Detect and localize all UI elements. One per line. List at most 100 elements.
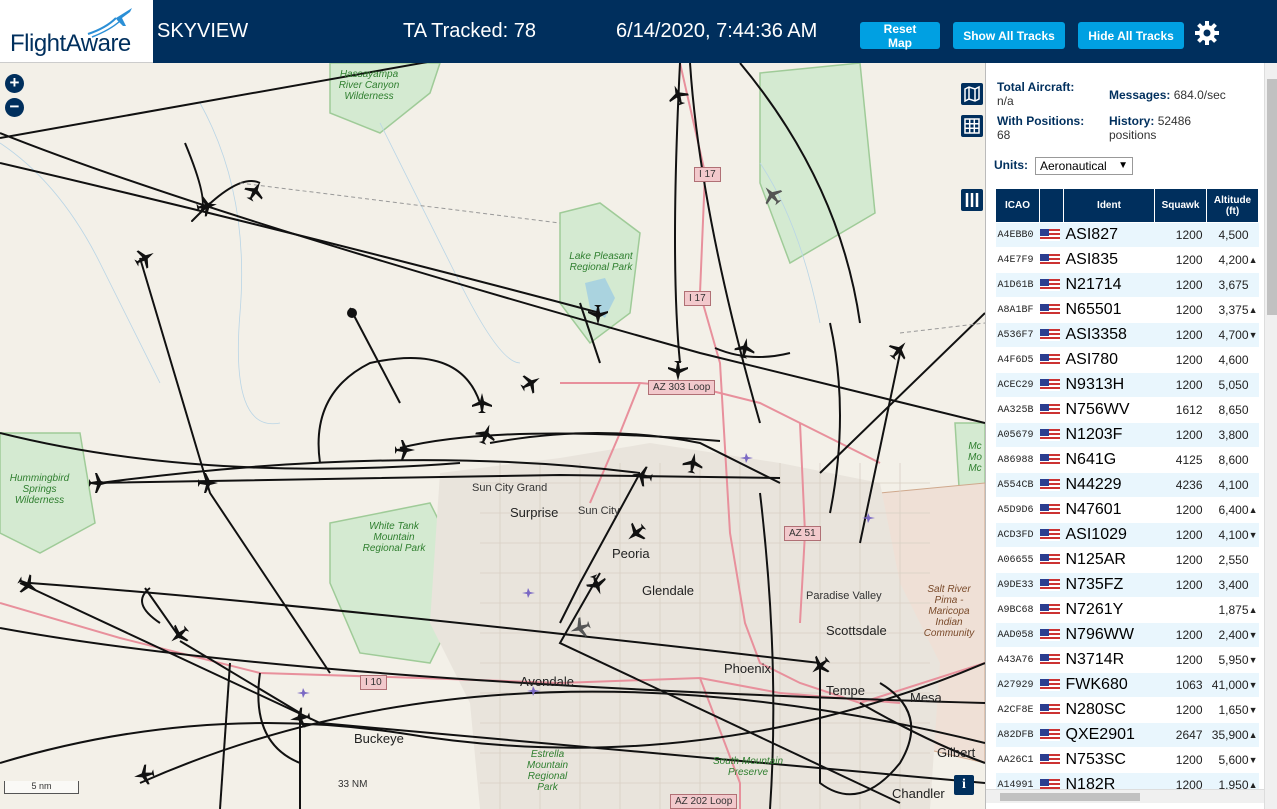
table-row[interactable]: A4E7F9 ASI835 1200 4,200 ▲: [995, 247, 1259, 273]
ident-cell: N125AR: [1063, 547, 1155, 573]
reset-map-button[interactable]: Reset Map: [860, 22, 940, 50]
aircraft-marker[interactable]: [198, 473, 218, 493]
squawk-cell: 1200: [1154, 697, 1207, 723]
flag-cell: [1039, 522, 1064, 548]
table-row[interactable]: A2CF8E N280SC 1200 1,650 ▼: [995, 697, 1259, 723]
us-flag-icon: [1039, 504, 1060, 516]
flag-cell: [1039, 497, 1064, 523]
altitude-cell: 4,600: [1206, 347, 1259, 373]
map-view[interactable]: Hassayampa River Canyon Wilderness Lake …: [0, 63, 985, 809]
horizontal-scrollbar[interactable]: [986, 789, 1264, 803]
zoom-in-button[interactable]: +: [5, 74, 24, 93]
altitude-cell: 2,400 ▼: [1206, 622, 1259, 648]
ident-cell: N44229: [1063, 472, 1155, 498]
squawk-cell: [1154, 597, 1207, 623]
with-positions: With Positions: 68: [997, 114, 1085, 142]
scroll-thumb[interactable]: [1267, 79, 1277, 315]
altitude-cell: 4,100 ▼: [1206, 522, 1259, 548]
altitude-cell: 35,900 ▲: [1206, 722, 1259, 748]
col-squawk[interactable]: Squawk: [1154, 188, 1207, 223]
label-lake-pleasant: Lake Pleasant Regional Park: [569, 251, 633, 273]
columns-icon[interactable]: [961, 189, 983, 211]
squawk-cell: 1063: [1154, 672, 1207, 698]
us-flag-icon: [1039, 279, 1060, 291]
aircraft-marker[interactable]: [395, 440, 415, 460]
table-row[interactable]: A5D9D6 N47601 1200 6,400 ▲: [995, 497, 1259, 523]
label-peoria: Peoria: [612, 546, 650, 561]
units-select[interactable]: Aeronautical ▼: [1035, 157, 1133, 175]
shield-az51: AZ 51: [784, 526, 821, 541]
col-flag[interactable]: [1039, 188, 1064, 223]
table-row[interactable]: A536F7 ASI3358 1200 4,700 ▼: [995, 322, 1259, 348]
altitude-cell: 5,050: [1206, 372, 1259, 398]
label-gilbert: Gilbert: [937, 745, 976, 760]
ident-cell: N735FZ: [1063, 572, 1155, 598]
grid-icon[interactable]: [961, 115, 983, 137]
flightaware-logo[interactable]: FlightAware: [0, 0, 153, 63]
aircraft-marker[interactable]: [89, 473, 109, 493]
table-row[interactable]: AA325B N756WV 1612 8,650: [995, 397, 1259, 423]
altitude-cell: 4,500: [1206, 222, 1259, 248]
hide-all-tracks-button[interactable]: Hide All Tracks: [1078, 22, 1184, 49]
table-row[interactable]: A4F6D5 ASI780 1200 4,600: [995, 347, 1259, 373]
hscroll-thumb[interactable]: [1000, 793, 1140, 801]
table-row[interactable]: ACEC29 N9313H 1200 5,050: [995, 372, 1259, 398]
gear-icon[interactable]: [1194, 20, 1220, 46]
map-layers-icon[interactable]: [961, 83, 983, 105]
chevron-down-icon: ▼: [1118, 160, 1128, 171]
table-row[interactable]: AA26C1 N753SC 1200 5,600 ▼: [995, 747, 1259, 773]
zoom-out-button[interactable]: −: [5, 98, 24, 117]
aircraft-marker[interactable]: [132, 763, 155, 786]
tracked-count: TA Tracked: 78: [403, 20, 537, 42]
table-row[interactable]: A27929 FWK680 1063 41,000 ▼: [995, 672, 1259, 698]
us-flag-icon: [1039, 354, 1060, 366]
map-scale: 5 nm: [4, 781, 79, 794]
squawk-cell: 1200: [1154, 247, 1207, 273]
altitude-cell: 1,875 ▲: [1206, 597, 1259, 623]
icao-cell: A4EBB0: [995, 222, 1040, 248]
altitude-cell: 8,650: [1206, 397, 1259, 423]
icao-cell: A4E7F9: [995, 247, 1040, 273]
table-row[interactable]: A1D61B N21714 1200 3,675: [995, 272, 1259, 298]
show-all-tracks-button[interactable]: Show All Tracks: [953, 22, 1065, 49]
table-row[interactable]: A06655 N125AR 1200 2,550: [995, 547, 1259, 573]
table-row[interactable]: A8A1BF N65501 1200 3,375 ▲: [995, 297, 1259, 323]
squawk-cell: 1200: [1154, 322, 1207, 348]
aircraft-marker[interactable]: [668, 361, 688, 381]
flag-cell: [1039, 322, 1064, 348]
altitude-trend-icon: ▼: [1248, 530, 1258, 540]
col-icao[interactable]: ICAO: [995, 188, 1040, 223]
col-ident[interactable]: Ident: [1063, 188, 1155, 223]
flag-cell: [1039, 397, 1064, 423]
table-row[interactable]: A554CB N44229 4236 4,100: [995, 472, 1259, 498]
ident-cell: N9313H: [1063, 372, 1155, 398]
aircraft-marker[interactable]: [165, 621, 193, 649]
altitude-cell: 4,200 ▲: [1206, 247, 1259, 273]
altitude-trend-icon: ▲: [1248, 305, 1258, 315]
table-row[interactable]: A9BC68 N7261Y 1,875 ▲: [995, 597, 1259, 623]
altitude-cell: 6,400 ▲: [1206, 497, 1259, 523]
ident-cell: FWK680: [1063, 672, 1155, 698]
table-row[interactable]: A4EBB0 ASI827 1200 4,500: [995, 222, 1259, 248]
vertical-scrollbar[interactable]: [1264, 63, 1277, 809]
aircraft-marker[interactable]: [472, 393, 492, 413]
label-chandler: Chandler: [892, 786, 945, 801]
table-row[interactable]: A05679 N1203F 1200 3,800: [995, 422, 1259, 448]
table-row[interactable]: A9DE33 N735FZ 1200 3,400: [995, 572, 1259, 598]
table-row[interactable]: ACD3FD ASI1029 1200 4,100 ▼: [995, 522, 1259, 548]
aircraft-marker[interactable]: [14, 571, 41, 598]
flag-cell: [1039, 722, 1064, 748]
table-row[interactable]: A86988 N641G 4125 8,600: [995, 447, 1259, 473]
table-row[interactable]: A43A76 N3714R 1200 5,950 ▼: [995, 647, 1259, 673]
altitude-cell: 3,675: [1206, 272, 1259, 298]
altitude-trend-icon: ▲: [1248, 605, 1258, 615]
table-row[interactable]: A82DFB QXE2901 2647 35,900 ▲: [995, 722, 1259, 748]
label-mesa: Mesa: [910, 690, 942, 705]
aircraft-marker[interactable]: [517, 369, 544, 396]
table-row[interactable]: AAD058 N796WW 1200 2,400 ▼: [995, 622, 1259, 648]
flag-cell: [1039, 672, 1064, 698]
col-altitude[interactable]: Altitude (ft): [1206, 188, 1259, 223]
aircraft-marker[interactable]: [131, 244, 158, 271]
info-button[interactable]: i: [954, 775, 974, 795]
label-hassayampa: Hassayampa River Canyon Wilderness: [338, 69, 400, 102]
